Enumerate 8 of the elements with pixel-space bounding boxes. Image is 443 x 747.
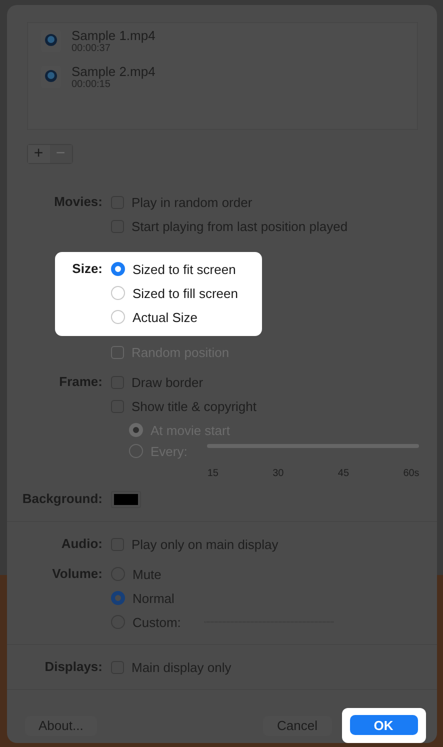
color-well[interactable] bbox=[110, 490, 140, 508]
option-label: Sized to fill screen bbox=[132, 286, 238, 300]
ok-button[interactable]: OK bbox=[350, 715, 418, 735]
group-label: Size: bbox=[71, 260, 102, 278]
radio-button[interactable] bbox=[110, 262, 124, 276]
radio-button[interactable] bbox=[110, 591, 124, 605]
option-label: Actual Size bbox=[132, 310, 198, 324]
option-label: Sized to fit screen bbox=[132, 262, 236, 276]
